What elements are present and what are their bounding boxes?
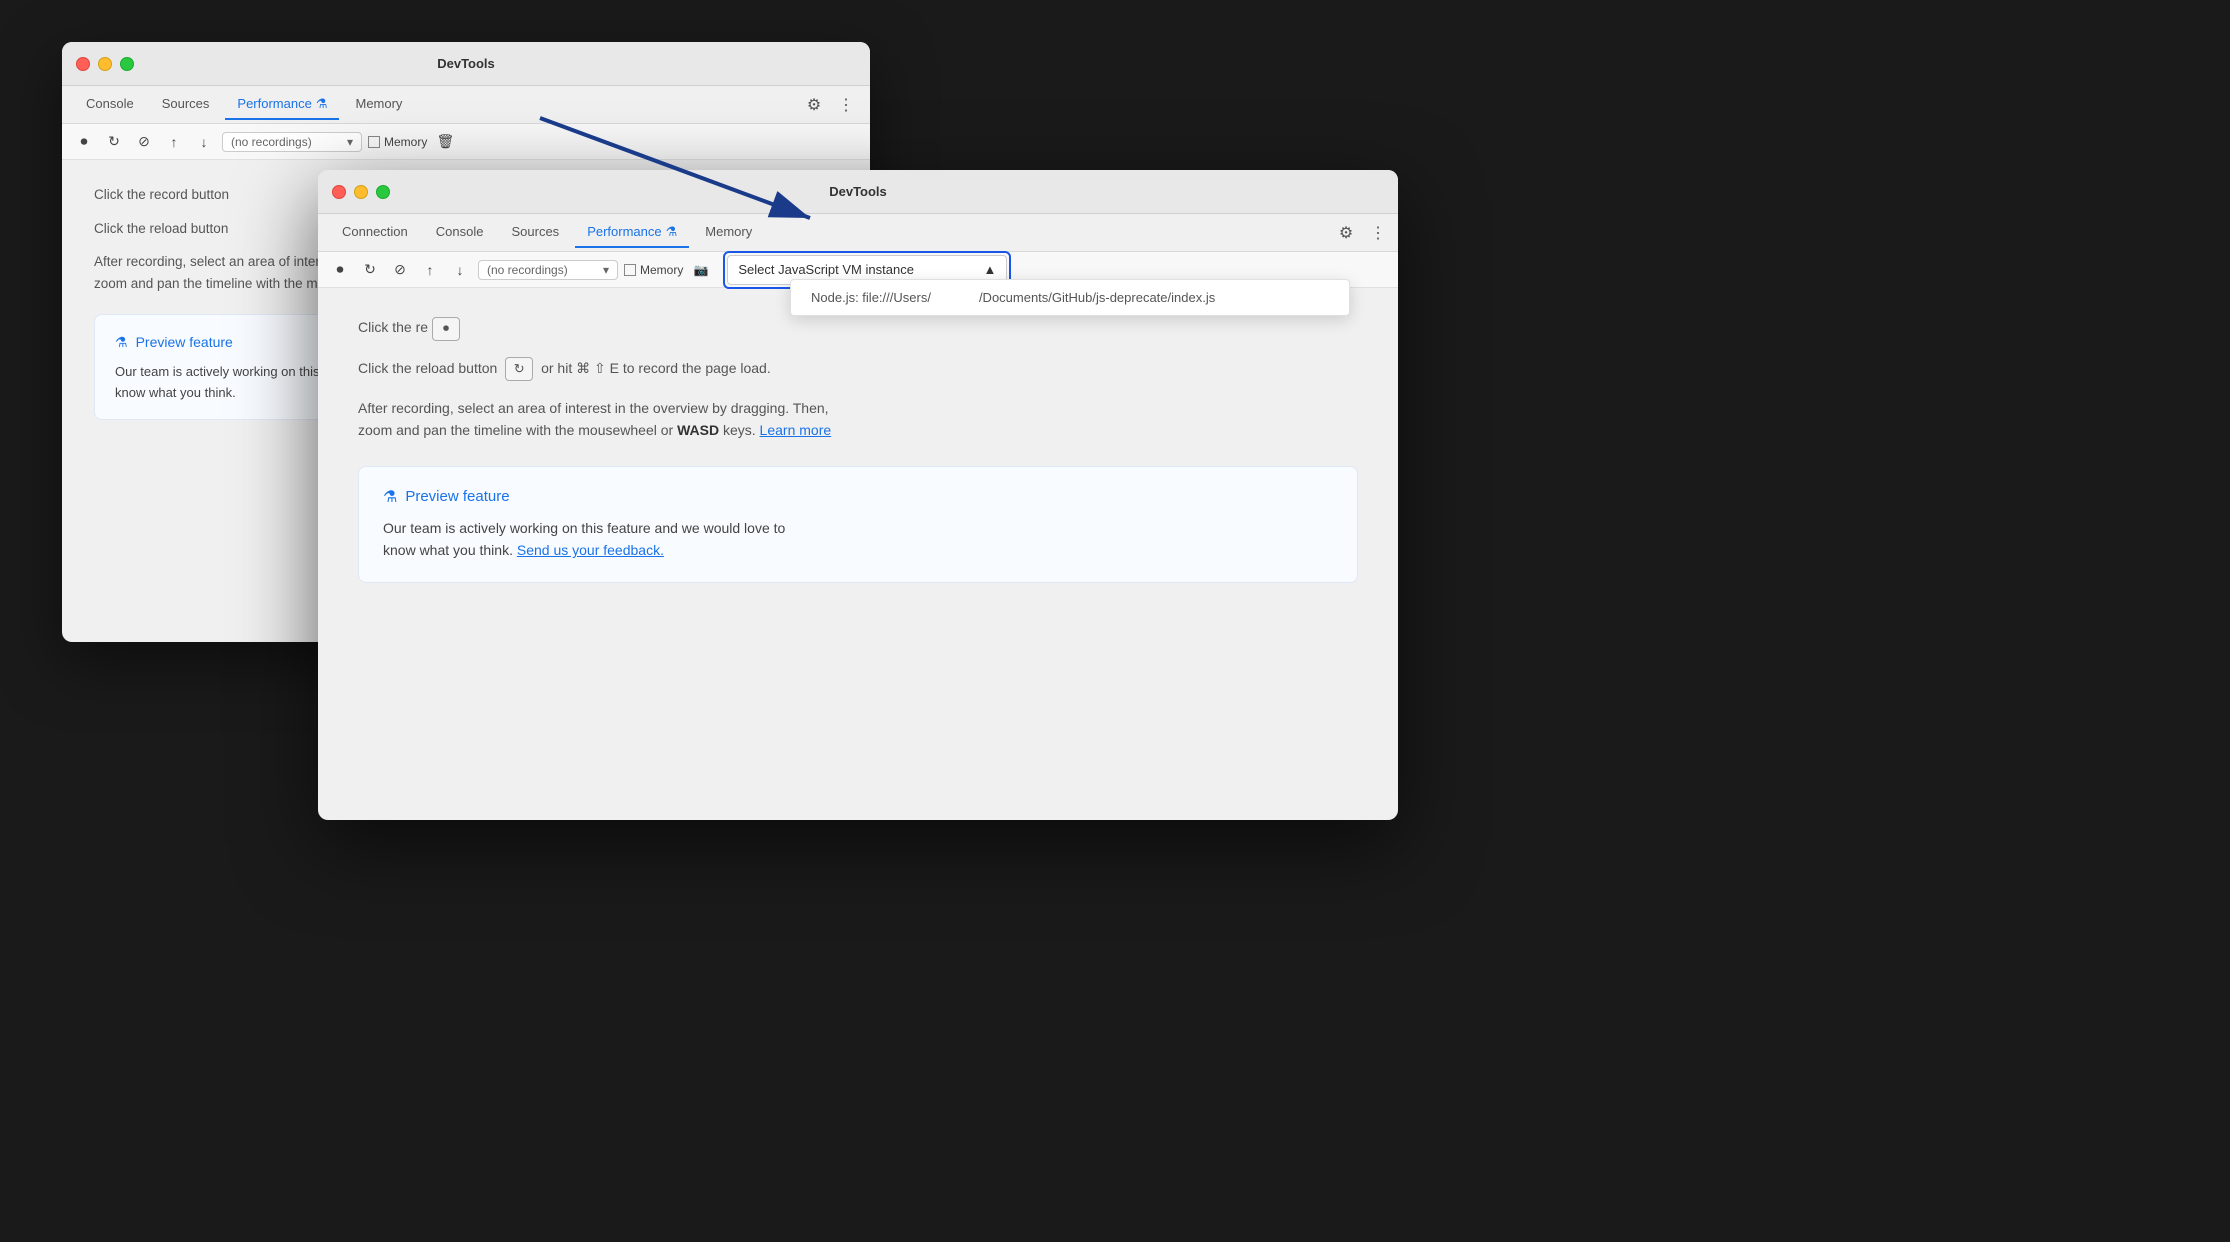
front-area-text: After recording, select an area of inter… [358,397,1358,442]
dropdown-arrow-front: ▾ [603,263,609,277]
memory-checkbox-front[interactable]: Memory [624,263,683,277]
vm-item-path: /Documents/GitHub/js-deprecate/index.js [979,290,1215,305]
tab-performance-front[interactable]: Performance ⚗ [575,218,689,248]
feedback-link[interactable]: Send us your feedback. [517,542,664,558]
upload-btn-back[interactable]: ↑ [162,130,186,154]
upload-btn-front[interactable]: ↑ [418,258,442,282]
record-icon-inline: ⏺ [432,317,460,341]
window-title-back: DevTools [437,56,495,71]
preview-text-front: Our team is actively working on this fea… [383,517,1333,562]
tab-console-front[interactable]: Console [424,218,496,247]
tab-connection-front[interactable]: Connection [330,218,420,247]
traffic-lights-front [332,185,390,199]
titlebar-back: DevTools [62,42,870,86]
learn-more-link[interactable]: Learn more [760,422,832,438]
front-content-area: Click the re⏺ Click the reload button ↻ … [318,288,1398,820]
reload-icon-inline: ↻ [505,357,533,381]
clear-btn-back[interactable]: ⊘ [132,130,156,154]
reload-btn-back[interactable]: ↻ [102,130,126,154]
front-record-text: Click the re⏺ [358,316,1358,341]
flask-icon-preview-front: ⚗ [383,487,397,507]
tabs-bar-front: Connection Console Sources Performance ⚗… [318,214,1398,252]
maximize-button-back[interactable] [120,57,134,71]
front-reload-text: Click the reload button ↻ or hit ⌘ ⇧ E t… [358,357,1358,381]
toolbar-back: ⏺ ↻ ⊘ ↑ ↓ (no recordings) ▾ Memory 🗑 [62,124,870,160]
close-button-back[interactable] [76,57,90,71]
recordings-dropdown-front[interactable]: (no recordings) ▾ [478,260,618,280]
tab-memory-back[interactable]: Memory [343,90,414,119]
titlebar-front: DevTools [318,170,1398,214]
tabs-bar-back: Console Sources Performance ⚗ Memory ⚙ ⋮ [62,86,870,124]
tab-performance-back[interactable]: Performance ⚗ [225,90,339,120]
record-btn-back[interactable]: ⏺ [72,130,96,154]
record-btn-front[interactable]: ⏺ [328,258,352,282]
vm-dropdown: Node.js: file:///Users/ /Documents/GitHu… [790,279,1350,316]
download-btn-back[interactable]: ↓ [192,130,216,154]
recordings-dropdown-back[interactable]: (no recordings) ▾ [222,132,362,152]
vm-item-label: Node.js: file:///Users/ [811,290,931,305]
dropdown-arrow-back: ▾ [347,135,353,149]
checkbox-front[interactable] [624,264,636,276]
vm-selector-arrow: ▲ [983,262,996,277]
settings-icon-front[interactable]: ⚙ [1334,221,1358,245]
tab-console-back[interactable]: Console [74,90,146,119]
preview-title-front: ⚗ Preview feature [383,487,1333,507]
screenshot-btn-front[interactable]: 📷 [689,258,713,282]
maximize-button-front[interactable] [376,185,390,199]
reload-btn-front[interactable]: ↻ [358,258,382,282]
download-btn-front[interactable]: ↓ [448,258,472,282]
vm-dropdown-item[interactable]: Node.js: file:///Users/ /Documents/GitHu… [791,280,1349,315]
tab-sources-back[interactable]: Sources [150,90,222,119]
more-icon-back[interactable]: ⋮ [834,93,858,117]
minimize-button-front[interactable] [354,185,368,199]
minimize-button-back[interactable] [98,57,112,71]
preview-box-front: ⚗ Preview feature Our team is actively w… [358,466,1358,583]
settings-icon-back[interactable]: ⚙ [802,93,826,117]
traffic-lights-back [76,57,134,71]
flask-icon-preview-back: ⚗ [115,331,128,353]
tab-memory-front[interactable]: Memory [693,218,764,247]
more-icon-front[interactable]: ⋮ [1366,221,1390,245]
memory-checkbox-back[interactable]: Memory [368,135,427,149]
window-title-front: DevTools [829,184,887,199]
devtools-window-front: DevTools Connection Console Sources Perf… [318,170,1398,820]
tab-sources-front[interactable]: Sources [499,218,571,247]
flask-icon-front: ⚗ [666,224,678,240]
delete-btn-back[interactable]: 🗑 [433,130,457,154]
flask-icon-back: ⚗ [316,96,328,112]
close-button-front[interactable] [332,185,346,199]
checkbox-back[interactable] [368,136,380,148]
clear-btn-front[interactable]: ⊘ [388,258,412,282]
